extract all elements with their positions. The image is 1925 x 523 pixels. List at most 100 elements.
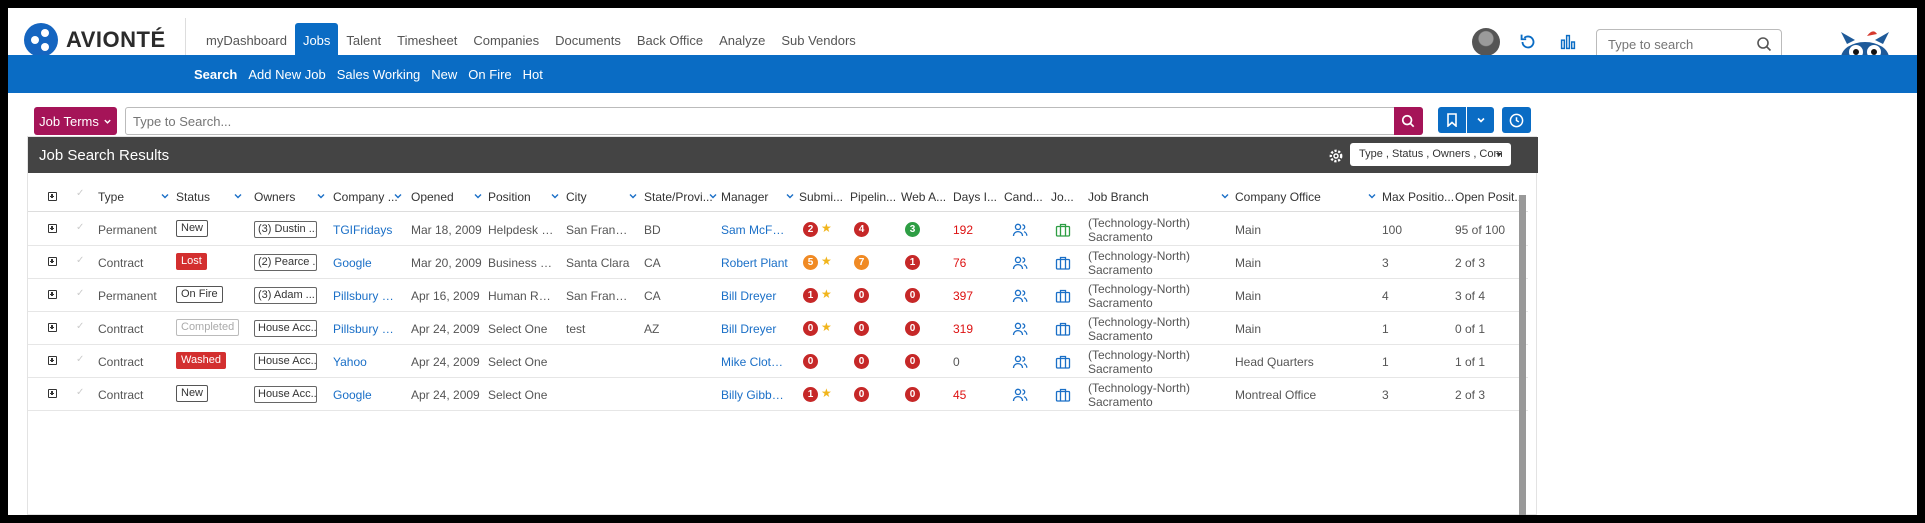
manager-link[interactable]: Bill Dreyer bbox=[721, 322, 789, 336]
owners-field[interactable]: (3) Adam ... bbox=[254, 287, 317, 304]
chevron-down-icon[interactable] bbox=[708, 191, 718, 201]
pipeline-badge[interactable]: 0 bbox=[854, 387, 869, 402]
web-applicants-badge[interactable]: 0 bbox=[905, 387, 920, 402]
row-checkbox[interactable]: ✓ bbox=[76, 354, 86, 365]
column-header-company-office[interactable]: Company Office bbox=[1235, 190, 1377, 204]
bar-chart-icon[interactable] bbox=[1557, 31, 1579, 53]
column-header-web-applicants[interactable]: Web A... bbox=[901, 190, 951, 204]
column-header-pipeline[interactable]: Pipelin... bbox=[850, 190, 900, 204]
chevron-down-icon[interactable] bbox=[393, 191, 403, 201]
people-icon[interactable] bbox=[1012, 354, 1028, 370]
subnav-search[interactable]: Search bbox=[194, 67, 237, 82]
column-header-opened[interactable]: Opened bbox=[411, 190, 483, 204]
refresh-icon[interactable] bbox=[1517, 31, 1539, 53]
select-all-checkbox[interactable]: ✓ bbox=[76, 188, 86, 199]
subnav-hot[interactable]: Hot bbox=[523, 67, 543, 82]
table-row[interactable]: ✓ Contract Washed House Acc... Yahoo Apr 24, … bbox=[28, 345, 1528, 378]
chevron-down-icon[interactable] bbox=[785, 191, 795, 201]
job-search-input[interactable] bbox=[126, 108, 1395, 134]
column-header-position[interactable]: Position bbox=[488, 190, 560, 204]
column-header-max-positions[interactable]: Max Positio... bbox=[1382, 190, 1456, 204]
submittals-badge[interactable]: 5 bbox=[803, 255, 818, 270]
column-header-submittals[interactable]: Submi... bbox=[799, 190, 849, 204]
submittals-badge[interactable]: 1 bbox=[803, 288, 818, 303]
row-checkbox[interactable]: ✓ bbox=[76, 288, 86, 299]
column-header-job[interactable]: Jo... bbox=[1051, 190, 1089, 204]
web-applicants-badge[interactable]: 0 bbox=[905, 288, 920, 303]
briefcase-icon[interactable] bbox=[1055, 222, 1071, 238]
expand-all-icon[interactable] bbox=[48, 192, 57, 201]
submittals-badge[interactable]: 2 bbox=[803, 222, 818, 237]
people-icon[interactable] bbox=[1012, 222, 1028, 238]
manager-link[interactable]: Bill Dreyer bbox=[721, 289, 789, 303]
expand-row-icon[interactable] bbox=[48, 224, 57, 233]
owners-field[interactable]: House Acc... bbox=[254, 353, 317, 370]
web-applicants-badge[interactable]: 1 bbox=[905, 255, 920, 270]
web-applicants-badge[interactable]: 0 bbox=[905, 354, 920, 369]
column-header-city[interactable]: City bbox=[566, 190, 638, 204]
chevron-down-icon[interactable] bbox=[628, 191, 638, 201]
chevron-down-icon[interactable] bbox=[316, 191, 326, 201]
row-checkbox[interactable]: ✓ bbox=[76, 255, 86, 266]
company-link[interactable]: Google bbox=[333, 388, 399, 402]
search-history-button[interactable] bbox=[1502, 107, 1531, 133]
subnav-add-new-job[interactable]: Add New Job bbox=[248, 67, 325, 82]
table-row[interactable]: ✓ Contract New House Acc... Google Apr 24, 20… bbox=[28, 378, 1528, 411]
gear-icon[interactable] bbox=[1328, 148, 1344, 164]
table-row[interactable]: ✓ Permanent New (3) Dustin ... TGIFridays Mar… bbox=[28, 213, 1528, 246]
chevron-down-icon[interactable] bbox=[1367, 191, 1377, 201]
pipeline-badge[interactable]: 4 bbox=[854, 222, 869, 237]
column-header-owners[interactable]: Owners bbox=[254, 190, 326, 204]
subnav-new[interactable]: New bbox=[431, 67, 457, 82]
briefcase-icon[interactable] bbox=[1055, 255, 1071, 271]
submittals-badge[interactable]: 1 bbox=[803, 387, 818, 402]
logo[interactable]: AVIONTÉ bbox=[24, 23, 166, 57]
column-header-days-in-status[interactable]: Days I... bbox=[953, 190, 1003, 204]
company-link[interactable]: TGIFridays bbox=[333, 223, 399, 237]
pipeline-badge[interactable]: 0 bbox=[854, 321, 869, 336]
chevron-down-icon[interactable] bbox=[550, 191, 560, 201]
pipeline-badge[interactable]: 0 bbox=[854, 288, 869, 303]
column-header-state[interactable]: State/Provi... bbox=[644, 190, 718, 204]
briefcase-icon[interactable] bbox=[1055, 288, 1071, 304]
chevron-down-icon[interactable] bbox=[1220, 191, 1230, 201]
manager-link[interactable]: Robert Plant bbox=[721, 256, 789, 270]
column-header-status[interactable]: Status bbox=[176, 190, 243, 204]
expand-row-icon[interactable] bbox=[48, 323, 57, 332]
expand-row-icon[interactable] bbox=[48, 257, 57, 266]
company-link[interactable]: Google bbox=[333, 256, 399, 270]
briefcase-icon[interactable] bbox=[1055, 387, 1071, 403]
manager-link[interactable]: Sam McFarl... bbox=[721, 223, 789, 237]
table-row[interactable]: ✓ Contract Completed House Acc... Pillsbury … bbox=[28, 312, 1528, 345]
people-icon[interactable] bbox=[1012, 321, 1028, 337]
briefcase-icon[interactable] bbox=[1055, 321, 1071, 337]
chevron-down-icon[interactable] bbox=[233, 191, 243, 201]
global-search-input[interactable] bbox=[1597, 30, 1747, 58]
table-row[interactable]: ✓ Contract Lost (2) Pearce ... Google Mar 20,… bbox=[28, 246, 1528, 279]
vertical-scrollbar[interactable] bbox=[1519, 195, 1526, 515]
owners-field[interactable]: House Acc... bbox=[254, 386, 317, 403]
column-header-type[interactable]: Type bbox=[98, 190, 170, 204]
row-checkbox[interactable]: ✓ bbox=[76, 321, 86, 332]
saved-search-button[interactable] bbox=[1438, 107, 1466, 133]
people-icon[interactable] bbox=[1012, 387, 1028, 403]
search-icon[interactable] bbox=[1756, 36, 1772, 52]
user-avatar[interactable] bbox=[1472, 28, 1500, 56]
column-header-manager[interactable]: Manager bbox=[721, 190, 795, 204]
owners-field[interactable]: (2) Pearce ... bbox=[254, 254, 317, 271]
submittals-badge[interactable]: 0 bbox=[803, 354, 818, 369]
saved-search-dropdown[interactable] bbox=[1466, 107, 1494, 133]
column-header-open-positions[interactable]: Open Posit... bbox=[1455, 190, 1528, 204]
column-header-candidates[interactable]: Cand... bbox=[1004, 190, 1049, 204]
column-filter-dropdown[interactable]: Type , Status , Owners , Com bbox=[1350, 143, 1511, 166]
manager-link[interactable]: Mike Clothier bbox=[721, 355, 789, 369]
web-applicants-badge[interactable]: 3 bbox=[905, 222, 920, 237]
expand-row-icon[interactable] bbox=[48, 290, 57, 299]
column-header-company[interactable]: Company ... bbox=[333, 190, 403, 204]
company-link[interactable]: Pillsbury Wi... bbox=[333, 322, 399, 336]
expand-row-icon[interactable] bbox=[48, 389, 57, 398]
people-icon[interactable] bbox=[1012, 288, 1028, 304]
pipeline-badge[interactable]: 7 bbox=[854, 255, 869, 270]
job-search-button[interactable] bbox=[1394, 107, 1423, 135]
column-header-job-branch[interactable]: Job Branch bbox=[1088, 190, 1230, 204]
